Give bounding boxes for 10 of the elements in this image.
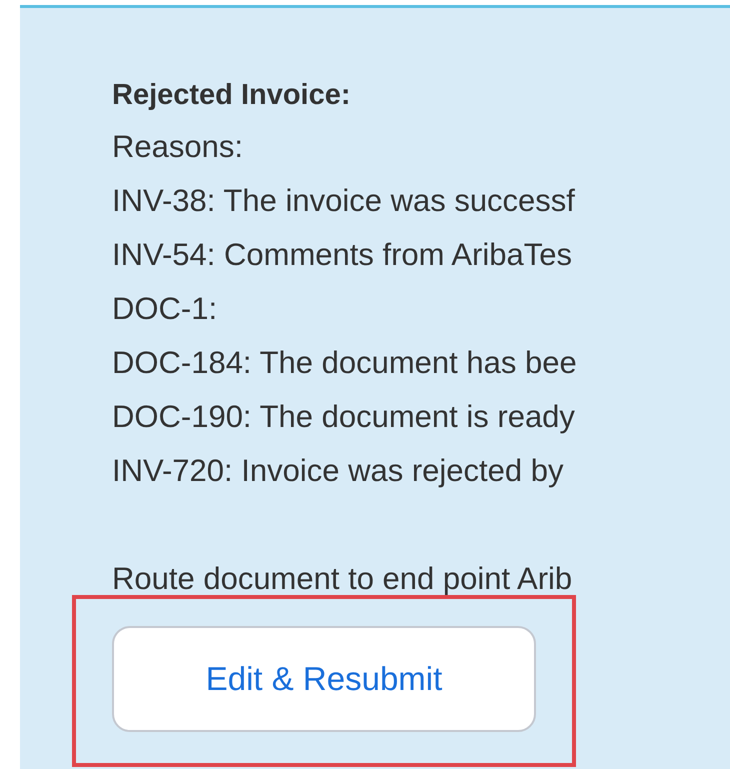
reason-line: Reasons:: [112, 128, 243, 166]
reason-line: DOC-184: The document has bee: [112, 344, 577, 382]
reason-line: INV-54: Comments from AribaTes: [112, 236, 572, 274]
reason-line: DOC-190: The document is ready: [112, 398, 575, 436]
edit-resubmit-button[interactable]: Edit & Resubmit: [112, 626, 536, 732]
panel-heading: Rejected Invoice:: [112, 78, 351, 113]
reason-line: INV-720: Invoice was rejected by: [112, 452, 564, 490]
reason-line: DOC-1:: [112, 290, 218, 328]
reason-line: INV-38: The invoice was successf: [112, 182, 575, 220]
routing-note: Route document to end point Arib: [112, 560, 572, 598]
